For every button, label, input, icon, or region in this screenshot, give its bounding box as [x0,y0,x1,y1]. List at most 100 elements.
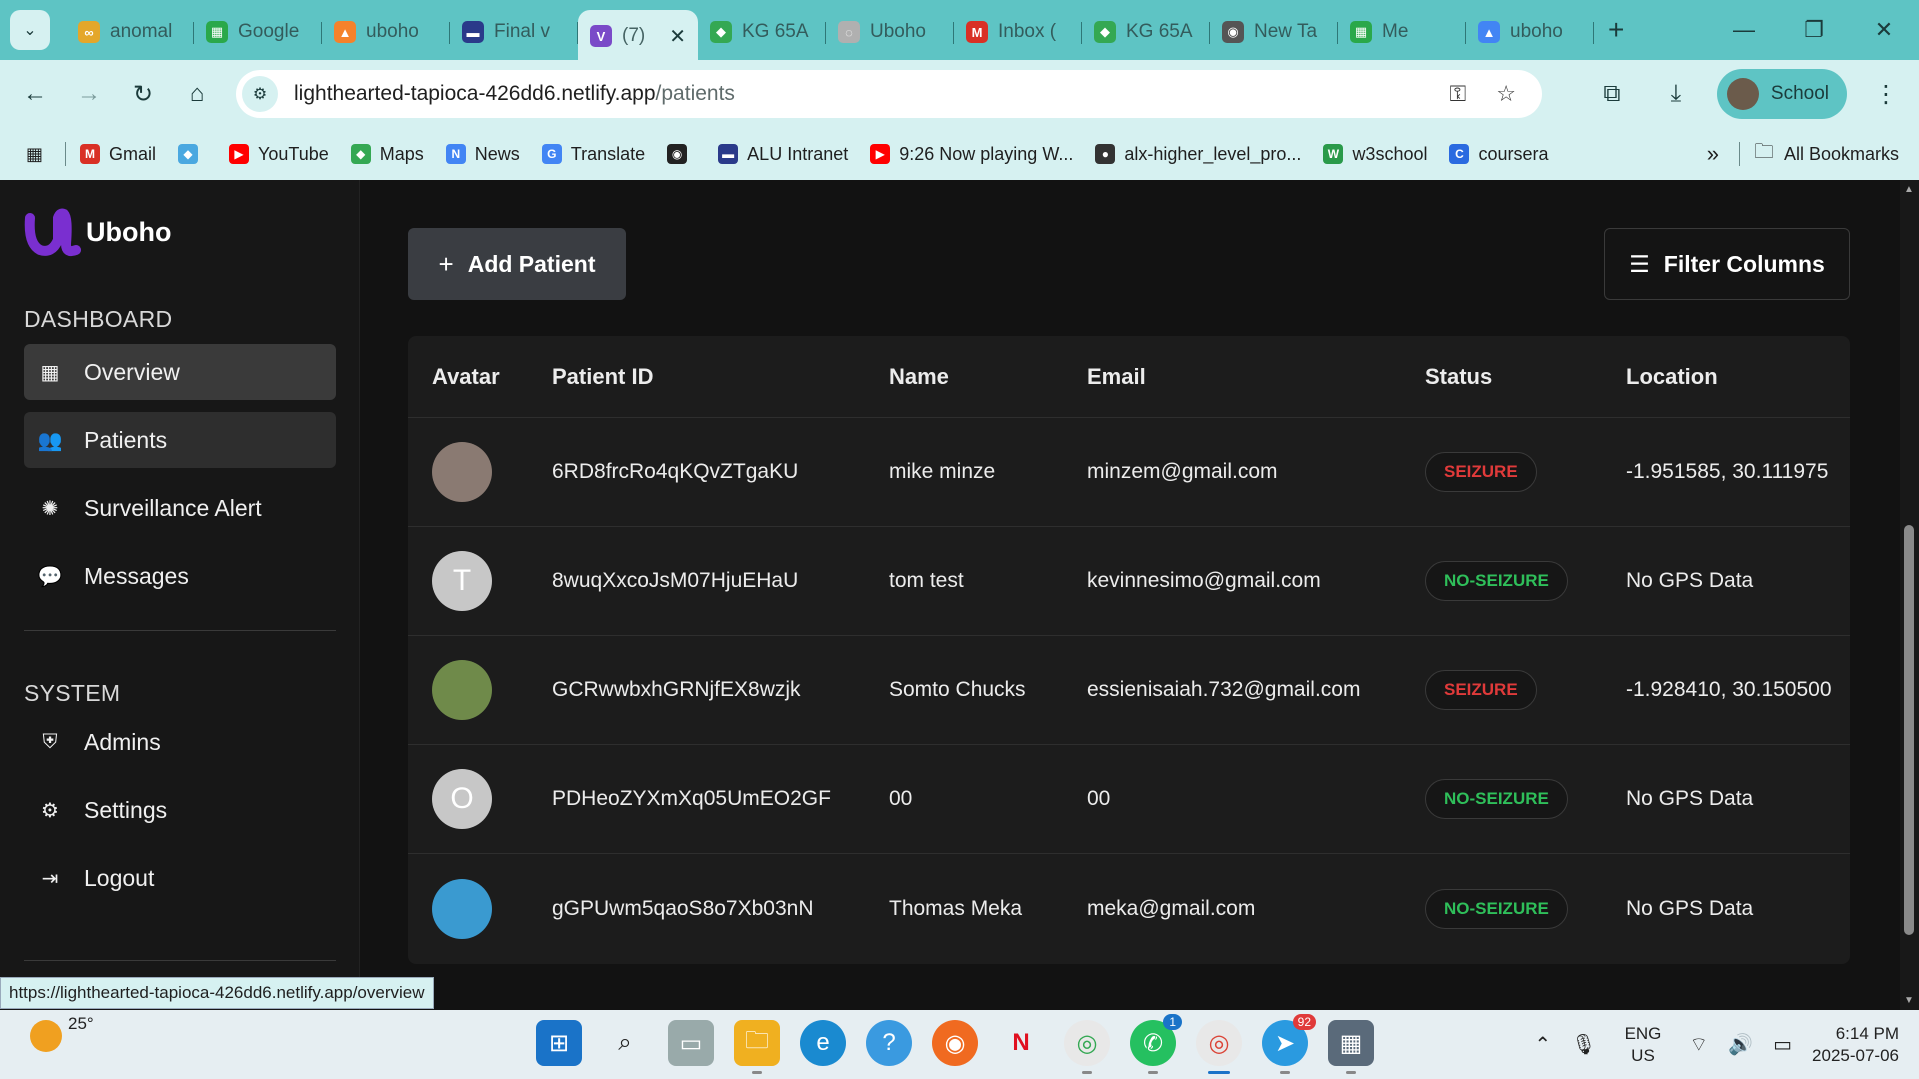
sidebar-item-messages[interactable]: 💬 Messages [24,548,336,604]
table-row[interactable]: GCRwwbxhGRNjfEX8wzjk Somto Chucks essienis… [408,636,1850,745]
column-header-name[interactable]: Name [889,336,949,417]
browser-tab[interactable]: ▲ uboho [1466,10,1594,54]
link-status-bubble: https://lighthearted-tapioca-426dd6.netl… [0,977,434,1009]
profile-button[interactable]: School [1716,69,1847,119]
sidebar-item-patients[interactable]: 👥 Patients [24,412,336,468]
extensions-icon[interactable]: ⧉ [1587,80,1637,108]
bookmark-item[interactable]: ◆ [178,144,207,164]
bookmark-item[interactable]: ◆ Maps [350,144,424,165]
tab-search-button[interactable]: ⌄ [10,10,50,50]
clock[interactable]: 6:14 PM 2025-07-06 [1812,1023,1899,1067]
table-row[interactable]: gGPUwm5qaoS8o7Xb03nN Thomas Meka meka@gmai… [408,854,1850,963]
column-header-location[interactable]: Location [1626,336,1718,417]
column-header-avatar[interactable]: Avatar [432,336,500,417]
menu-kebab-icon[interactable]: ⋮ [1861,80,1911,109]
apps-grid-icon[interactable]: ▦ [26,144,43,165]
bookmark-item[interactable]: ● alx-higher_level_pro... [1095,144,1301,165]
table-row[interactable]: 6RD8frcRo4qKQvZTgaKU mike minze minzem@gma… [408,418,1850,527]
cell-patient-id: gGPUwm5qaoS8o7Xb03nN [552,896,814,920]
browser-tab[interactable]: ∞ anomal [66,10,194,54]
restore-button[interactable]: ❐ [1779,0,1849,60]
new-tab-button[interactable]: + [1608,14,1624,46]
browser-tab[interactable]: M Inbox ( [954,10,1082,54]
sidebar-item-admins[interactable]: ⛨ Admins [24,714,336,770]
scroll-down-icon[interactable]: ▼ [1904,995,1914,1006]
netflix-icon[interactable]: N [998,1020,1044,1066]
browser-tab[interactable]: ▦ Me [1338,10,1466,54]
bookmark-item[interactable]: Ww3school [1323,144,1427,165]
chevron-down-icon: ⌄ [23,22,37,39]
back-button[interactable]: ← [10,69,60,119]
edge-icon[interactable]: e [800,1020,846,1066]
task-view-icon[interactable]: ▭ [668,1020,714,1066]
sidebar-item-logout[interactable]: ⇥ Logout [24,850,336,906]
search-icon[interactable]: ⌕ [602,1020,648,1066]
bookmark-star-icon[interactable]: ☆ [1496,81,1516,107]
column-header-email[interactable]: Email [1087,336,1146,417]
tab-close-icon[interactable]: ✕ [669,24,686,49]
sidebar-item-overview[interactable]: ▦ Overview [24,344,336,400]
table-row[interactable]: O PDHeoZYXmXq05UmEO2GF 00 00 NO-SEIZURE No GP… [408,745,1850,854]
home-button[interactable]: ⌂ [172,69,222,119]
minimize-button[interactable]: — [1709,0,1779,60]
bookmark-item[interactable]: Ccoursera [1449,144,1549,165]
browser-tab[interactable]: ▦ Google [194,10,322,54]
language-indicator[interactable]: ENG US [1625,1023,1662,1067]
weather-widget[interactable]: 25° [30,1014,94,1052]
add-patient-button[interactable]: + Add Patient [408,228,626,300]
downloads-icon[interactable]: ⤓ [1651,80,1701,108]
file-explorer-icon[interactable]: 🗀 [734,1020,780,1074]
windows-start-icon[interactable]: ⊞ [536,1020,582,1066]
scroll-up-icon[interactable]: ▲ [1904,184,1914,195]
cell-avatar [432,854,492,963]
browser-tab[interactable]: ▬ Final v [450,10,578,54]
bookmark-item[interactable]: ◉ [667,144,696,164]
sidebar-item-settings[interactable]: ⚙ Settings [24,782,336,838]
url-text[interactable]: lighthearted-tapioca-426dd6.netlify.app/… [294,82,735,106]
copilot-icon[interactable]: ? [866,1020,912,1066]
bookmark-item[interactable]: ▶ YouTube [229,144,329,165]
bookmark-item[interactable]: N News [445,144,520,165]
browser-tab[interactable]: ◌ Uboho [826,10,954,54]
firefox-icon[interactable]: ◉ [932,1020,978,1066]
telegram-icon[interactable]: ➤ 92 [1262,1014,1316,1074]
volume-icon[interactable]: 🔊 [1728,1032,1753,1057]
chrome-active-icon[interactable]: ◎ [1196,1020,1242,1074]
battery-icon[interactable]: ▭ [1773,1032,1792,1057]
filter-columns-button[interactable]: ☰ Filter Columns [1604,228,1850,300]
close-window-button[interactable]: ✕ [1849,0,1919,60]
bookmark-item[interactable]: G Translate [541,144,645,165]
cell-name: tom test [889,569,964,592]
browser-tab[interactable]: ◆ KG 65A [698,10,826,54]
key-icon[interactable]: ⚿ [1450,81,1467,107]
cell-patient-id: 8wuqXxcoJsM07HjuEHaU [552,569,799,592]
bookmark-item[interactable]: ▬ ALU Intranet [718,144,848,165]
whatsapp-icon[interactable]: ✆ 1 [1130,1014,1182,1074]
brand-logo[interactable]: Uboho [24,204,171,260]
forward-button[interactable]: → [64,69,114,119]
chrome-profile-icon[interactable]: ◎ [1064,1020,1110,1074]
running-indicator [1280,1071,1290,1074]
browser-tab[interactable]: ◉ New Ta [1210,10,1338,54]
table-row[interactable]: T 8wuqXxcoJsM07HjuEHaU tom test kevinnesimo… [408,527,1850,636]
reload-button[interactable]: ↻ [118,69,168,119]
page-scrollbar[interactable]: ▲ ▼ [1900,180,1919,1010]
column-header-patient-id[interactable]: Patient ID [552,336,653,417]
site-settings-icon[interactable]: ⚙ [242,76,278,112]
bookmark-item[interactable]: M Gmail [80,144,156,165]
browser-tab[interactable]: ▲ uboho [322,10,450,54]
tab-favicon-icon: ▦ [1350,21,1372,43]
wifi-icon[interactable]: ⌔ [1689,1032,1708,1057]
browser-tab[interactable]: ◆ KG 65A [1082,10,1210,54]
more-bookmarks-icon[interactable]: » [1707,141,1719,167]
scrollbar-thumb[interactable] [1904,525,1914,935]
all-bookmarks-button[interactable]: 🗀 All Bookmarks [1754,137,1899,171]
chevron-up-icon[interactable]: ⌃ [1534,1032,1551,1057]
column-header-status[interactable]: Status [1425,336,1492,417]
browser-tab[interactable]: V (7) ✕ [578,10,698,62]
calculator-icon[interactable]: ▦ [1328,1020,1374,1074]
address-bar[interactable]: ⚙ lighthearted-tapioca-426dd6.netlify.ap… [236,70,1542,118]
microphone-icon[interactable]: 🎙 [1571,1032,1596,1057]
bookmark-item[interactable]: ▶ 9:26 Now playing W... [870,144,1073,165]
sidebar-item-surveillance-alert[interactable]: ✺ Surveillance Alert [24,480,336,536]
